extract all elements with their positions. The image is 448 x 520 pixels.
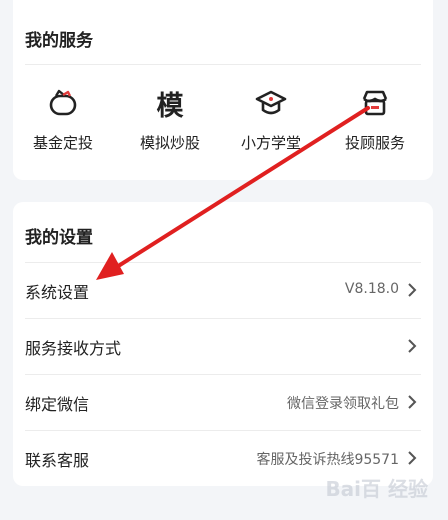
row-value: 微信登录领取礼包 (287, 396, 399, 412)
row-divider (25, 318, 421, 319)
store-icon (325, 86, 425, 120)
row-value: 客服及投诉热线95571 (256, 452, 399, 468)
chevron-right-icon (408, 339, 417, 353)
service-label: 模拟炒股 (139, 134, 200, 152)
row-divider (25, 374, 421, 375)
services-divider (25, 64, 421, 65)
row-label: 系统设置 (25, 283, 90, 302)
setting-row-service-receive[interactable]: 服务接收方式 (13, 318, 433, 374)
row-label: 联系客服 (25, 451, 90, 470)
setting-row-system[interactable]: 系统设置 V8.18.0 (13, 262, 433, 318)
chevron-right-icon (408, 395, 417, 409)
chevron-right-icon (408, 451, 417, 465)
watermark: Bai百 经验 (325, 477, 428, 501)
service-label: 基金定投 (32, 134, 93, 152)
my-settings-card: 我的设置 系统设置 V8.18.0 服务接收方式 绑定微信 微信登录领取礼包 联… (13, 202, 433, 486)
row-label: 绑定微信 (25, 395, 90, 414)
service-xiaofang-academy[interactable]: 小方学堂 (221, 86, 321, 153)
service-label: 小方学堂 (240, 134, 301, 152)
piggy-bank-icon (13, 86, 113, 120)
version-value: V8.18.0 (344, 281, 399, 297)
service-fund-investment[interactable]: 基金定投 (13, 86, 113, 153)
service-advisory[interactable]: 投顾服务 (325, 86, 425, 153)
row-divider (25, 262, 421, 263)
graduation-cap-icon (221, 86, 321, 120)
settings-title: 我的设置 (25, 228, 93, 248)
service-label: 投顾服务 (344, 134, 405, 152)
service-simulated-trading[interactable]: 模 模拟炒股 (120, 86, 220, 153)
row-divider (25, 430, 421, 431)
row-label: 服务接收方式 (25, 339, 122, 358)
services-title: 我的服务 (25, 31, 93, 51)
chevron-right-icon (408, 283, 417, 297)
mo-character-icon: 模 (156, 90, 184, 122)
my-services-card: 我的服务 基金定投 模 模拟炒股 小方学堂 投顾服务 (13, 0, 433, 180)
setting-row-bind-wechat[interactable]: 绑定微信 微信登录领取礼包 (13, 374, 433, 430)
